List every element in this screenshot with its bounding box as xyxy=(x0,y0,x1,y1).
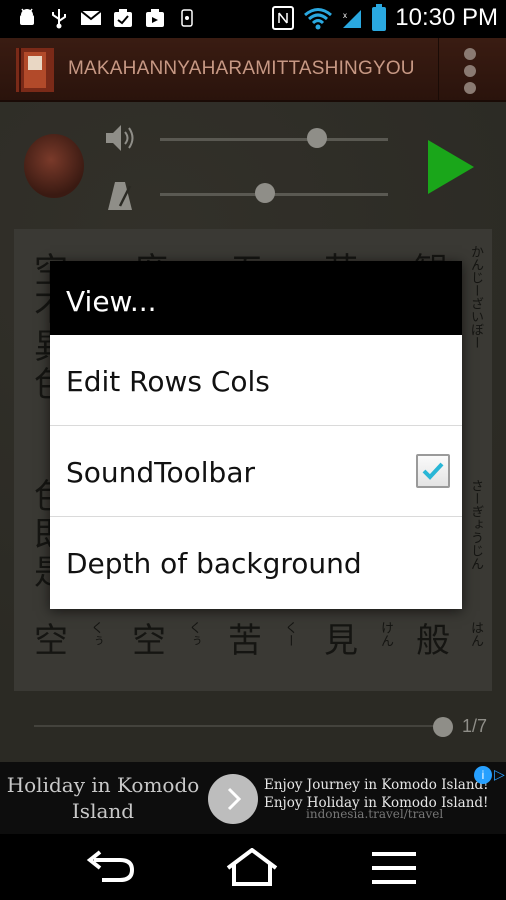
sutra-book-icon[interactable] xyxy=(14,46,56,94)
app-title: MAKAHANNYAHARAMITTASHINGYOU xyxy=(68,58,415,79)
volume-slider-track[interactable] xyxy=(160,138,388,141)
app-bar: MAKAHANNYAHARAMITTASHINGYOU xyxy=(0,38,506,102)
page-slider-track[interactable] xyxy=(34,725,446,727)
overflow-menu-icon xyxy=(464,48,476,60)
nfc-icon xyxy=(272,6,295,30)
usb-icon xyxy=(52,9,66,29)
wifi-icon xyxy=(304,8,333,30)
sutra-char: 空 xyxy=(132,621,166,661)
speaker-icon[interactable] xyxy=(104,122,138,154)
sutra-furigana: くぅ xyxy=(88,621,103,647)
sutra-furigana: けん xyxy=(378,621,393,647)
chevron-right-icon xyxy=(227,787,242,811)
clock: 10:30 PM xyxy=(395,4,498,31)
ad-banner[interactable]: Holiday in Komodo Island Enjoy Journey i… xyxy=(0,762,506,834)
sutra-char: 空 xyxy=(34,621,68,661)
play-button[interactable] xyxy=(424,136,478,198)
play-icon xyxy=(428,140,474,194)
svg-text:x: x xyxy=(343,11,347,20)
furigana-right-mid: さーぎょうじん xyxy=(468,479,483,570)
sutra-char: 苦 xyxy=(228,621,262,661)
overflow-menu-button[interactable] xyxy=(438,38,500,102)
checkmark-icon xyxy=(422,462,444,480)
menu-icon[interactable] xyxy=(364,848,424,888)
page-slider-thumb[interactable] xyxy=(433,717,453,737)
navigation-bar xyxy=(0,834,506,900)
menu-item-edit-rows-cols[interactable]: Edit Rows Cols xyxy=(50,335,462,426)
menu-item-label: Edit Rows Cols xyxy=(66,365,270,398)
dialog-title: View... xyxy=(50,261,462,335)
sutra-furigana: はん xyxy=(468,621,483,647)
ad-close-icon[interactable]: ▷ xyxy=(494,766,506,784)
ad-url[interactable]: indonesia.travel/travel xyxy=(306,807,443,821)
menu-item-depth-of-background[interactable]: Depth of background xyxy=(50,517,462,608)
download-icon xyxy=(146,9,164,27)
furigana-right-top: かんじーざいぼー xyxy=(468,245,483,349)
metronome-icon[interactable] xyxy=(106,180,136,212)
android-debug-icon xyxy=(20,8,34,25)
menu-item-label: SoundToolbar xyxy=(66,456,255,489)
ad-arrow-button[interactable] xyxy=(208,774,258,824)
avatar[interactable] xyxy=(24,134,84,198)
tempo-slider-thumb[interactable] xyxy=(254,183,275,203)
back-icon[interactable] xyxy=(80,848,140,888)
sutra-char: 見 xyxy=(324,621,358,661)
view-menu-dialog: View... Edit Rows Cols SoundToolbar Dept… xyxy=(50,261,462,609)
home-icon[interactable] xyxy=(222,848,282,888)
sutra-furigana: くぅ xyxy=(186,621,201,647)
status-bar: x 10:30 PM xyxy=(0,0,506,38)
battery-icon xyxy=(372,4,387,31)
sutra-furigana: くー xyxy=(282,621,297,647)
sound-toolbar-checkbox[interactable] xyxy=(416,454,450,488)
menu-item-sound-toolbar[interactable]: SoundToolbar xyxy=(50,426,462,517)
menu-item-label: Depth of background xyxy=(66,547,362,580)
ad-info-icon[interactable]: i xyxy=(474,766,492,784)
signal-icon: x xyxy=(343,10,362,28)
ad-headline[interactable]: Holiday in Komodo Island xyxy=(0,762,206,834)
storage-icon xyxy=(181,9,193,27)
sutra-char: 般 xyxy=(416,621,450,661)
gmail-icon xyxy=(80,10,102,25)
task-icon xyxy=(114,9,132,27)
page-indicator: 1/7 xyxy=(462,716,488,736)
